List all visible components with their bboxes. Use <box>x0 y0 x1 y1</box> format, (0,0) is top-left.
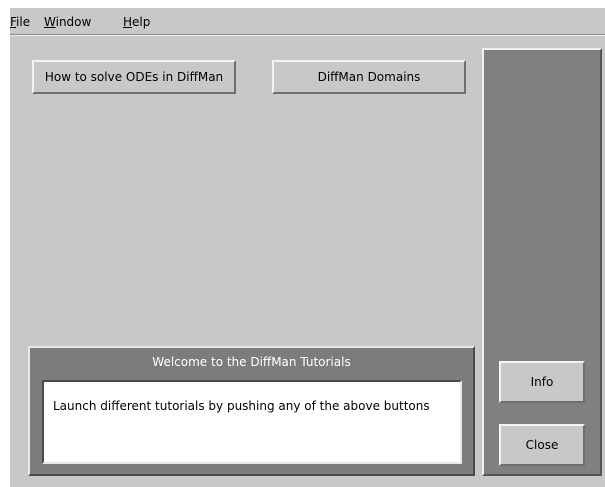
menu-window-mnemonic: W <box>44 15 56 29</box>
menu-file[interactable]: File <box>10 14 30 30</box>
welcome-message: Launch different tutorials by pushing an… <box>53 399 430 413</box>
menu-window-label: indow <box>55 15 92 29</box>
side-panel <box>482 48 602 476</box>
welcome-panel: Welcome to the DiffMan Tutorials Launch … <box>28 346 475 476</box>
menu-help-mnemonic: H <box>123 15 133 29</box>
screen: File Window Help How to solve ODEs in Di… <box>0 0 605 487</box>
odes-tutorial-button[interactable]: How to solve ODEs in DiffMan <box>32 60 236 94</box>
menu-help[interactable]: Help <box>123 14 150 30</box>
menu-help-label: elp <box>132 15 151 29</box>
menu-window[interactable]: Window <box>44 14 91 30</box>
menu-bar: File Window Help <box>10 8 605 35</box>
welcome-message-box: Launch different tutorials by pushing an… <box>42 380 462 464</box>
domains-tutorial-button[interactable]: DiffMan Domains <box>272 60 466 94</box>
close-button[interactable]: Close <box>499 424 585 466</box>
diffman-tutorial-window: File Window Help How to solve ODEs in Di… <box>10 8 605 487</box>
welcome-title: Welcome to the DiffMan Tutorials <box>152 355 351 369</box>
menu-file-label: ile <box>16 15 31 29</box>
info-button[interactable]: Info <box>499 361 585 403</box>
